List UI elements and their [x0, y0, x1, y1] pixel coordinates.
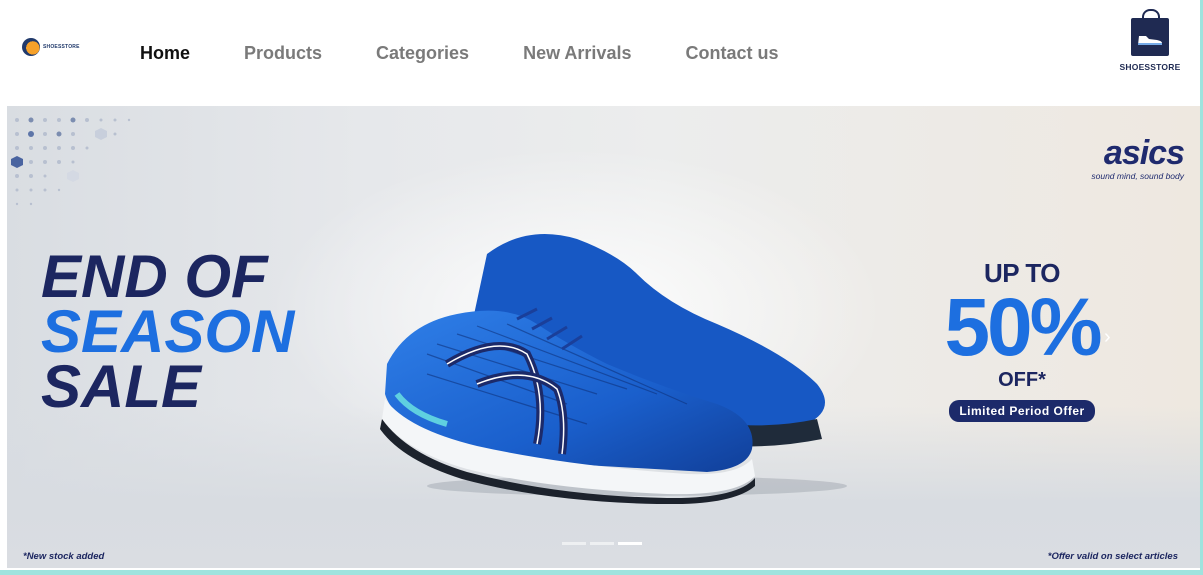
- nav-categories[interactable]: Categories: [376, 43, 469, 64]
- headline-line-1: END OF: [41, 243, 268, 310]
- nav-home[interactable]: Home: [140, 43, 190, 64]
- brand-name-small: SHOESSTORE: [43, 44, 80, 50]
- nav-contact-us[interactable]: Contact us: [685, 43, 778, 64]
- dot-pattern-decoration: [11, 117, 131, 206]
- hero-banner[interactable]: END OF SEASON SALE asics sound mind, sou…: [7, 106, 1200, 568]
- carousel-indicators: [562, 542, 642, 545]
- sneaker-icon: [1138, 36, 1162, 45]
- headline-line-2: SEASON: [41, 298, 295, 366]
- asics-tagline: sound mind, sound body: [1091, 171, 1184, 181]
- site-header: SHOESSTORE Home Products Categories New …: [0, 0, 1200, 106]
- offer-percent: 50%: [944, 282, 1102, 373]
- carousel-indicator-2[interactable]: [590, 542, 614, 545]
- offer-block: UP TO 50% OFF* Limited Period Offer: [932, 258, 1112, 422]
- nav-new-arrivals[interactable]: New Arrivals: [523, 43, 631, 64]
- sale-headline: END OF SEASON SALE: [41, 243, 295, 421]
- fine-print-left: *New stock added: [23, 551, 105, 562]
- carousel-next-arrow-icon[interactable]: ›: [1104, 326, 1111, 349]
- carousel-indicator-3[interactable]: [618, 542, 642, 545]
- fine-print-right: *Offer valid on select articles: [1047, 551, 1178, 562]
- headline-line-3: SALE: [41, 353, 202, 421]
- nav-products[interactable]: Products: [244, 43, 322, 64]
- limited-offer-badge: Limited Period Offer: [949, 399, 1095, 422]
- carousel-indicator-1[interactable]: [562, 542, 586, 545]
- brand-name-large: SHOESSTORE: [1119, 62, 1181, 72]
- brand-mark-icon: [22, 38, 40, 56]
- shopping-bag-icon: [1131, 9, 1169, 56]
- running-shoe-image: [380, 234, 847, 504]
- frame-border-bottom: [0, 570, 1203, 575]
- brand-logo-large[interactable]: SHOESSTORE: [1114, 9, 1186, 72]
- asics-wordmark: asics: [1103, 134, 1185, 172]
- brand-logo-small[interactable]: SHOESSTORE: [22, 38, 80, 56]
- asics-logo: asics sound mind, sound body: [1091, 134, 1185, 181]
- main-nav: Home Products Categories New Arrivals Co…: [140, 43, 832, 64]
